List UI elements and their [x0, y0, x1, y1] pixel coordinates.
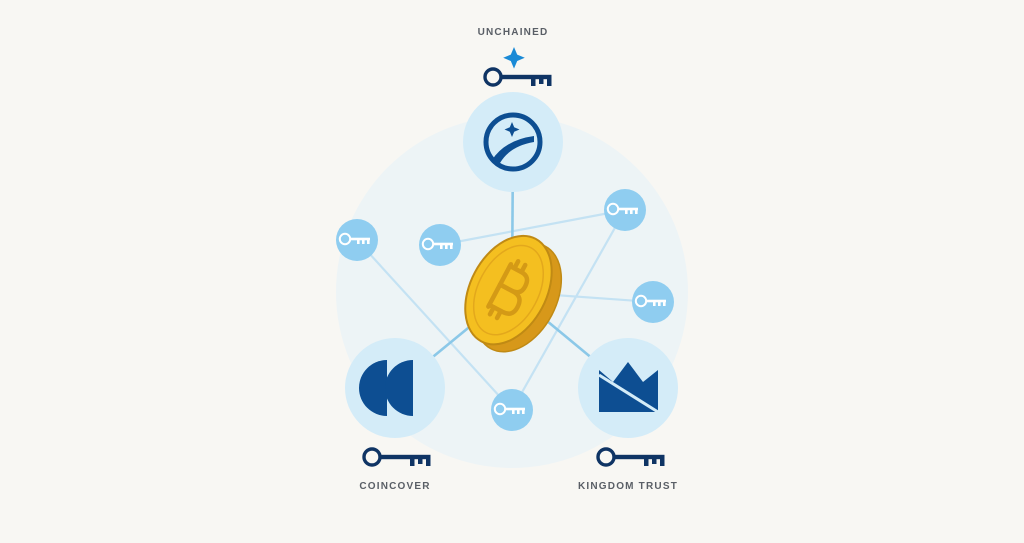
coincover-logo-icon — [359, 360, 413, 416]
coincover-label: COINCOVER — [359, 481, 431, 492]
kingdom-trust-node — [578, 338, 678, 438]
key-bubble-right — [632, 281, 674, 323]
key-bubble-bottom — [491, 389, 533, 431]
coincover-key-icon — [362, 447, 433, 468]
key-bubble-top-right — [604, 189, 646, 231]
diagram-canvas — [336, 47, 688, 468]
unchained-node — [463, 92, 563, 192]
key-bubble-inner — [419, 224, 461, 266]
multisig-diagram: UNCHAINED COINCOVER KINGDOM TRUST — [0, 0, 1024, 538]
key-bubble-left — [336, 219, 378, 261]
unchained-label: UNCHAINED — [477, 27, 549, 38]
kingdom-trust-label: KINGDOM TRUST — [577, 481, 679, 492]
unchained-key-icon — [483, 67, 554, 88]
sparkle-icon — [503, 47, 525, 69]
coincover-node — [345, 338, 445, 438]
kingdom-trust-key-icon — [596, 447, 667, 468]
